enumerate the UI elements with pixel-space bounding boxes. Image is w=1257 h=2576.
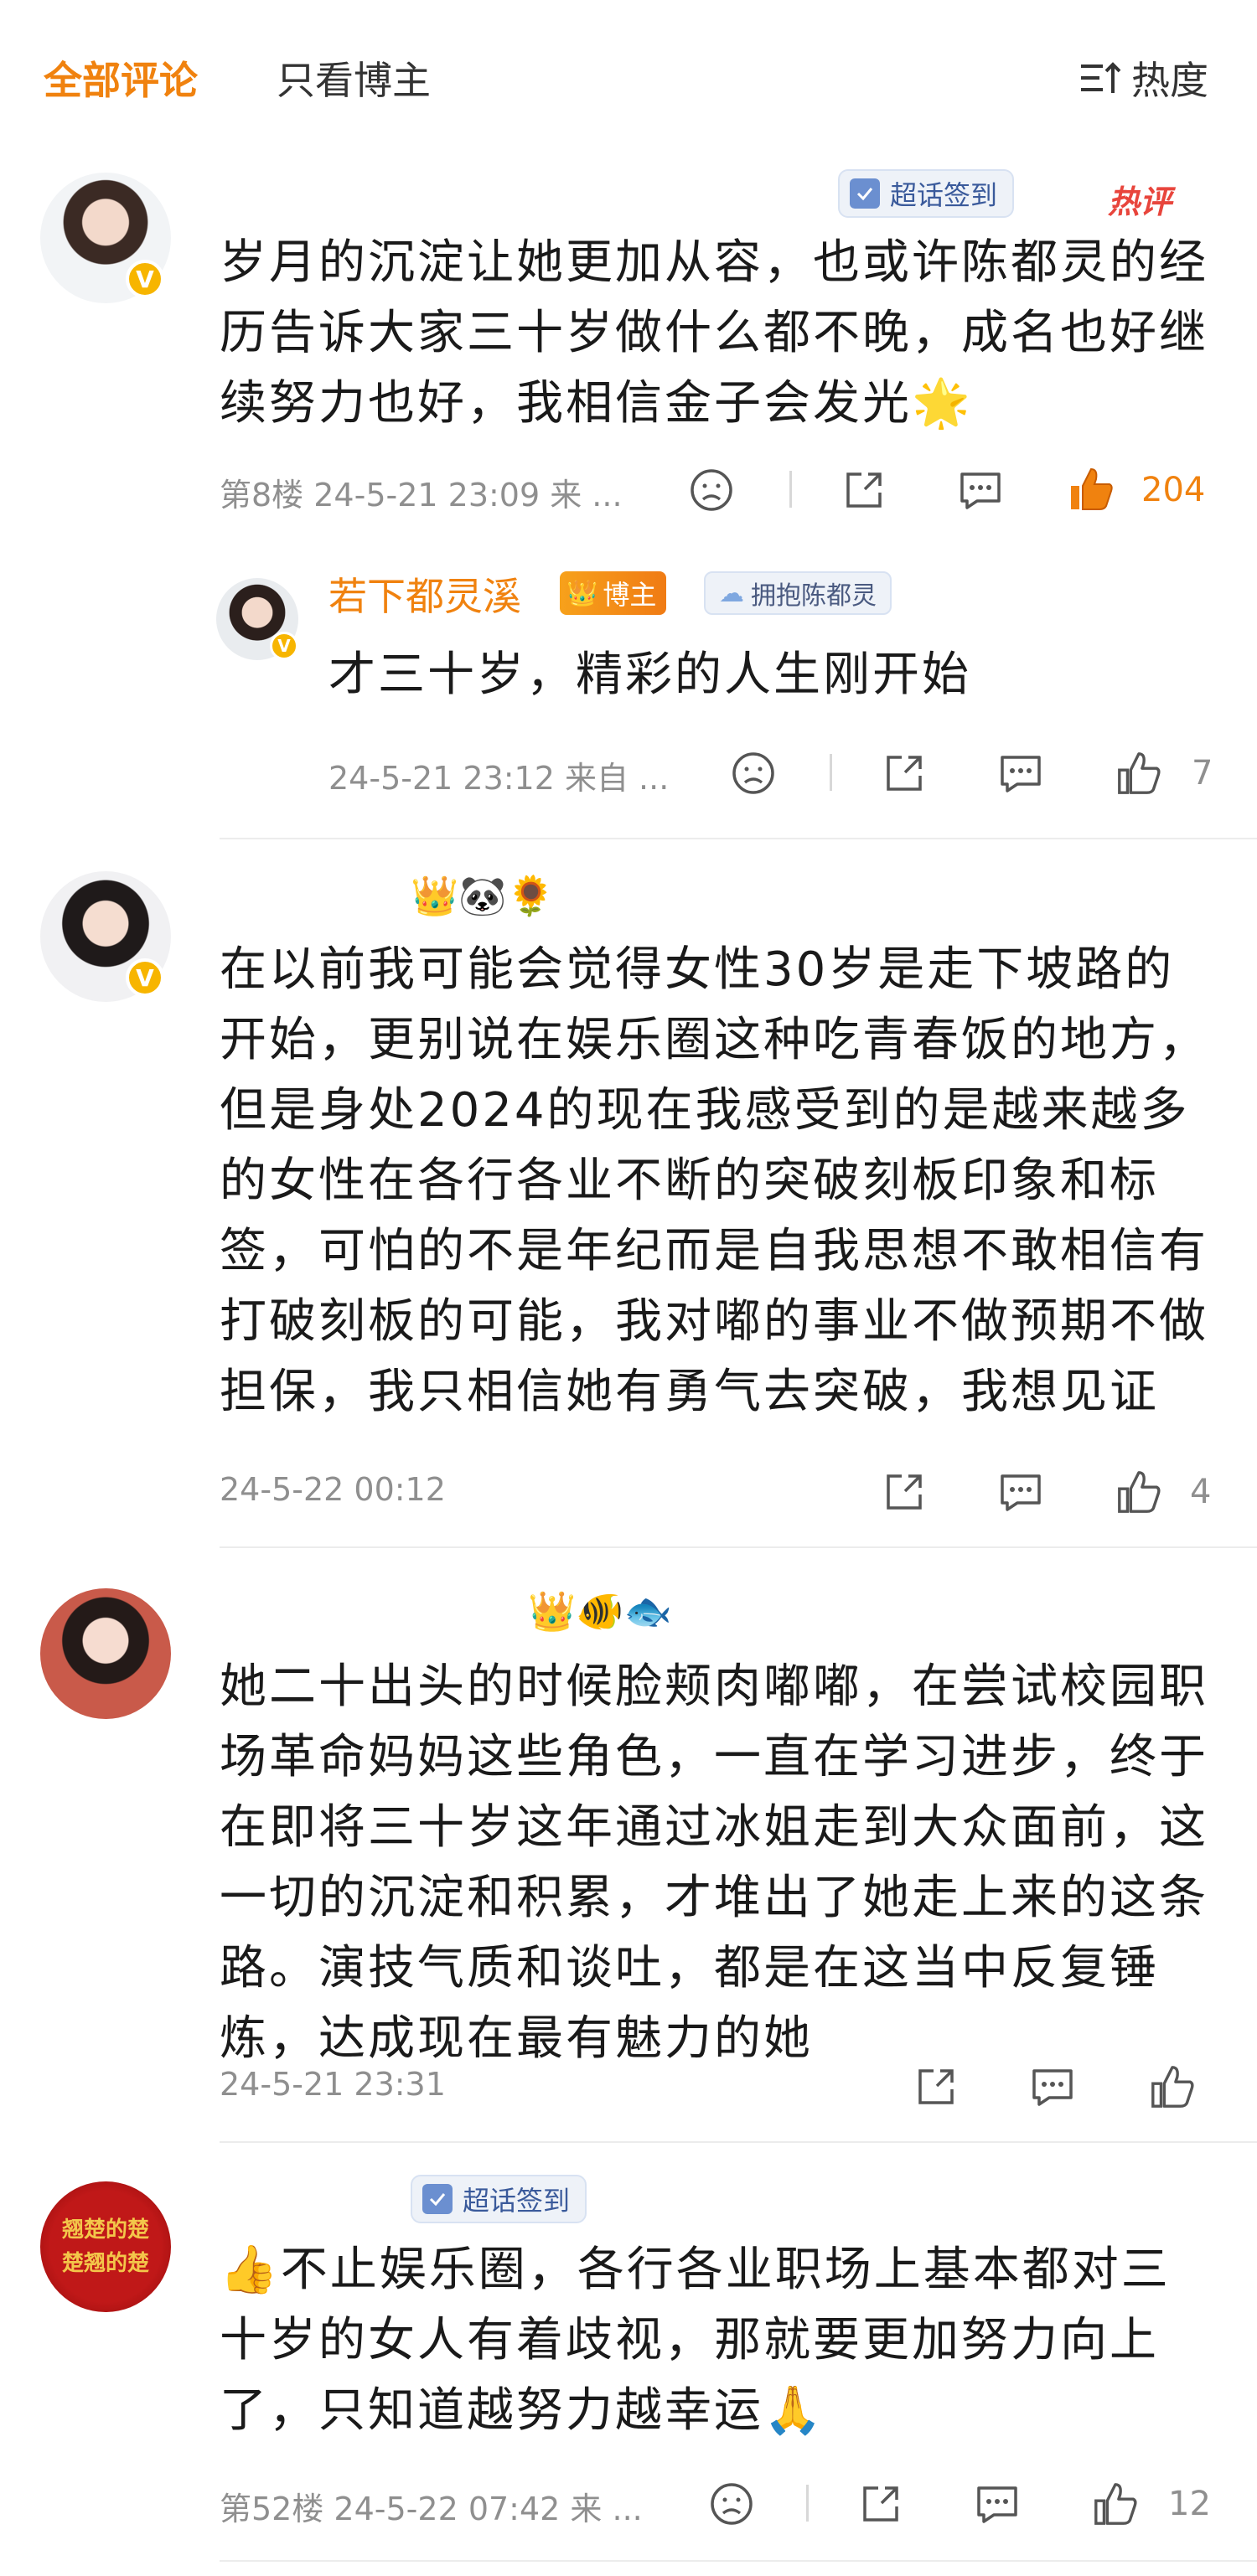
divider (220, 2560, 1257, 2562)
comment-meta: 24-5-22 00:12 (220, 1471, 446, 1508)
checkin-icon (850, 178, 880, 209)
comment-text: 她二十出头的时候脸颊肉嘟嘟，在尝试校园职场革命妈妈这些角色，一直在学习进步，终于… (220, 1660, 1208, 2066)
checkin-icon (422, 2184, 453, 2214)
fan-badges-emoji: 👑🐠🐟 (528, 1588, 672, 1634)
comment-icon[interactable] (957, 467, 1004, 513)
like-count: 12 (1168, 2485, 1211, 2523)
supertopic-checkin-badge[interactable]: 超话签到 (411, 2175, 587, 2223)
tab-all-comments[interactable]: 全部评论 (44, 50, 198, 106)
comment-icon[interactable] (974, 2481, 1021, 2527)
like-icon[interactable] (1091, 2480, 1140, 2528)
comment-meta: 第52楼 24-5-22 07:42 来 ... (220, 2491, 643, 2527)
checkin-label: 超话签到 (463, 2185, 571, 2217)
share-icon[interactable] (882, 751, 927, 796)
reply-meta: 24-5-21 23:12 来自 ... (328, 760, 670, 797)
divider (220, 838, 1257, 839)
like-icon[interactable] (1115, 1468, 1163, 1516)
separator (789, 471, 792, 508)
sort-label: 热度 (1131, 58, 1208, 103)
verified-badge-icon: V (126, 260, 164, 298)
like-count: 4 (1190, 1473, 1212, 1511)
comment-icon[interactable] (997, 1469, 1044, 1515)
share-icon[interactable] (841, 467, 887, 513)
comment-text: 岁月的沉淀让她更加从容，也或许陈都灵的经历告诉大家三十岁做什么都不晚，成名也好继… (220, 235, 1208, 431)
sort-button[interactable]: 热度 (1078, 50, 1208, 106)
like-icon[interactable] (1148, 2062, 1197, 2111)
tab-blogger-only[interactable]: 只看博主 (277, 50, 431, 106)
dislike-icon[interactable] (709, 2481, 754, 2527)
comment-meta: 第8楼 24-5-21 23:09 来 ... (220, 477, 623, 514)
reply-username[interactable]: 若下都灵溪 (328, 566, 521, 622)
dislike-icon[interactable] (689, 467, 734, 513)
avatar[interactable] (40, 1588, 171, 1719)
like-count: 204 (1141, 471, 1206, 509)
comment-text: 在以前我可能会觉得女性30岁是走下坡路的开始，更别说在娱乐圈这种吃青春饭的地方，… (220, 942, 1208, 1419)
comment-meta: 24-5-21 23:31 (220, 2066, 446, 2103)
like-count: 7 (1192, 754, 1213, 792)
separator (806, 2485, 809, 2522)
avatar[interactable]: 翘楚的楚 楚翘的楚 (40, 2181, 171, 2312)
comment-icon[interactable] (997, 751, 1044, 796)
sort-icon (1081, 62, 1121, 93)
verified-badge-icon: V (270, 632, 298, 660)
supertopic-checkin-badge[interactable]: 超话签到 (838, 169, 1015, 218)
avatar-calligraphy: 翘楚的楚 楚翘的楚 (61, 2217, 149, 2276)
separator (830, 754, 832, 791)
divider (220, 2141, 1257, 2143)
comment-filter-bar: 全部评论 只看博主 热度 (0, 0, 1257, 151)
reply-text: 才三十岁，精彩的人生刚开始 (328, 648, 971, 702)
like-icon-active[interactable] (1066, 464, 1116, 514)
cloud-icon: ☁ (719, 578, 744, 608)
fan-group-badge[interactable]: ☁ 拥抱陈都灵 (704, 571, 892, 615)
share-icon[interactable] (858, 2481, 903, 2527)
comment-icon[interactable] (1029, 2064, 1076, 2109)
share-icon[interactable] (913, 2064, 959, 2109)
checkin-label: 超话签到 (890, 179, 998, 211)
hot-comment-badge: 热评 (1108, 183, 1172, 220)
blogger-badge-label: 博主 (603, 579, 657, 611)
fan-group-label: 拥抱陈都灵 (751, 581, 877, 611)
verified-badge-icon: V (126, 958, 164, 997)
divider (220, 1546, 1257, 1548)
fan-badges-emoji: 👑🐼🌻 (411, 873, 555, 918)
dislike-icon[interactable] (731, 751, 776, 796)
share-icon[interactable] (882, 1469, 927, 1515)
blogger-badge: 👑 博主 (560, 571, 667, 615)
like-icon[interactable] (1115, 749, 1163, 798)
comment-text: 👍不止娱乐圈，各行各业职场上基本都对三十岁的女人有着歧视，那就要更加努力向上了，… (220, 2243, 1171, 2438)
crown-icon: 👑 (566, 578, 598, 608)
